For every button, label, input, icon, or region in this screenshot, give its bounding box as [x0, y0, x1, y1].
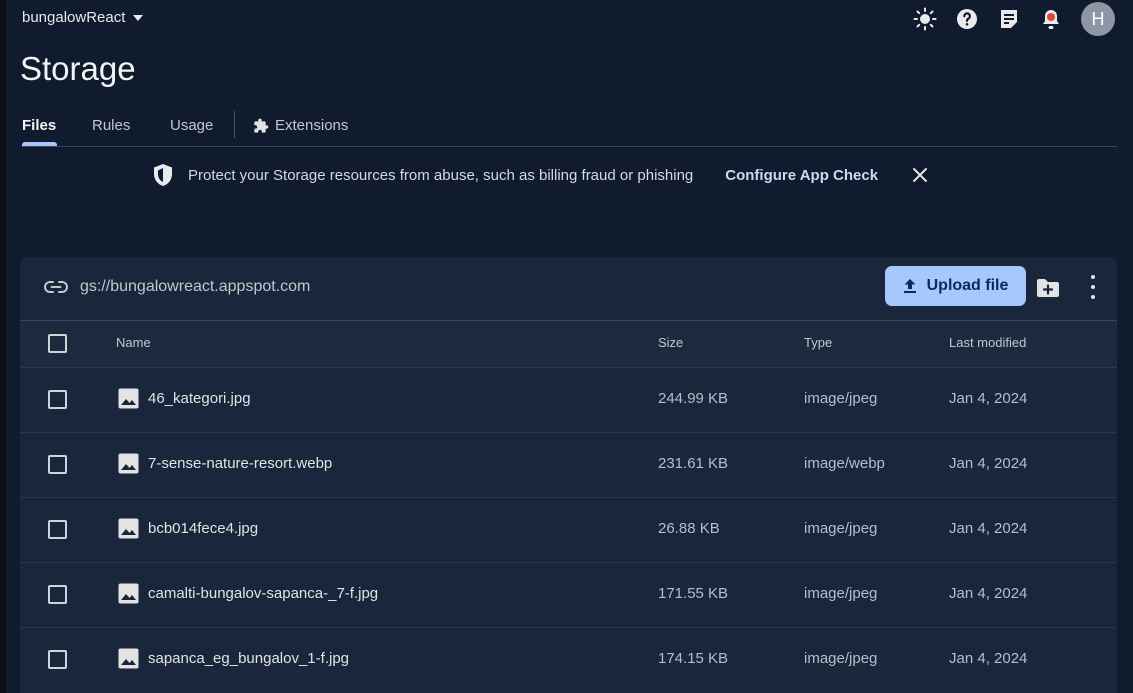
- file-name-cell[interactable]: sapanca_eg_bungalov_1-f.jpg: [118, 648, 349, 669]
- top-actions: H: [913, 2, 1115, 36]
- column-name[interactable]: Name: [116, 335, 151, 350]
- brightness-icon[interactable]: [913, 7, 937, 31]
- file-type: image/jpeg: [804, 650, 878, 667]
- link-icon[interactable]: [44, 280, 68, 294]
- row-checkbox[interactable]: [48, 390, 67, 409]
- active-tab-indicator: [22, 142, 57, 146]
- file-modified: Jan 4, 2024: [949, 650, 1028, 667]
- more-vert-icon[interactable]: [1086, 275, 1100, 299]
- tab-files[interactable]: Files: [22, 117, 56, 134]
- notes-icon[interactable]: [997, 7, 1021, 31]
- notification-icon[interactable]: [1039, 7, 1063, 31]
- window-edge: [0, 0, 6, 693]
- select-all-checkbox[interactable]: [48, 334, 67, 353]
- upload-file-label: Upload file: [926, 277, 1009, 294]
- table-row[interactable]: camalti-bungalov-sapanca-_7-f.jpg 171.55…: [20, 562, 1117, 627]
- tab-rules-label: Rules: [92, 117, 131, 134]
- tab-extensions-label: Extensions: [275, 117, 349, 134]
- top-bar: bungalowReact H: [22, 0, 1133, 38]
- image-file-icon: [118, 648, 139, 669]
- file-modified: Jan 4, 2024: [949, 585, 1028, 602]
- image-file-icon: [118, 583, 139, 604]
- configure-app-check-link[interactable]: Configure App Check: [725, 167, 878, 184]
- file-size: 231.61 KB: [658, 455, 729, 472]
- column-last-modified[interactable]: Last modified: [949, 335, 1026, 350]
- tab-rules[interactable]: Rules: [92, 117, 130, 134]
- file-type: image/jpeg: [804, 585, 878, 602]
- upload-icon: [903, 279, 916, 293]
- file-type: image/jpeg: [804, 390, 878, 407]
- image-file-icon: [118, 453, 139, 474]
- image-file-icon: [118, 388, 139, 409]
- file-modified: Jan 4, 2024: [949, 390, 1028, 407]
- project-name: bungalowReact: [22, 9, 126, 26]
- upload-file-button[interactable]: Upload file: [885, 266, 1026, 306]
- table-row[interactable]: 46_kategori.jpg 244.99 KB image/jpeg Jan…: [20, 367, 1117, 432]
- file-type: image/jpeg: [804, 520, 878, 537]
- file-size: 174.15 KB: [658, 650, 729, 667]
- files-panel: gs://bungalowreact.appspot.com Upload fi…: [20, 257, 1117, 693]
- file-name: 46_kategori.jpg: [148, 390, 251, 407]
- file-size: 244.99 KB: [658, 390, 729, 407]
- file-name-cell[interactable]: bcb014fece4.jpg: [118, 518, 258, 539]
- tab-bar: Files Rules Usage Extensions: [22, 108, 1117, 147]
- bucket-path-text: gs://bungalowreact.appspot.com: [80, 278, 311, 295]
- banner-text: Protect your Storage resources from abus…: [188, 166, 694, 184]
- file-size: 26.88 KB: [658, 520, 720, 537]
- row-checkbox[interactable]: [48, 585, 67, 604]
- avatar[interactable]: H: [1081, 2, 1115, 36]
- row-checkbox[interactable]: [48, 455, 67, 474]
- row-checkbox[interactable]: [48, 520, 67, 539]
- avatar-letter: H: [1091, 8, 1105, 29]
- file-modified: Jan 4, 2024: [949, 520, 1028, 537]
- file-modified: Jan 4, 2024: [949, 455, 1028, 472]
- file-name: sapanca_eg_bungalov_1-f.jpg: [148, 650, 349, 667]
- image-file-icon: [118, 518, 139, 539]
- new-folder-icon[interactable]: [1035, 277, 1061, 299]
- column-type[interactable]: Type: [804, 335, 832, 350]
- file-name: bcb014fece4.jpg: [148, 520, 259, 537]
- page-title: Storage: [20, 50, 136, 87]
- tab-divider: [234, 111, 235, 138]
- table-row[interactable]: 7-sense-nature-resort.webp 231.61 KB ima…: [20, 432, 1117, 497]
- table-row[interactable]: sapanca_eg_bungalov_1-f.jpg 174.15 KB im…: [20, 627, 1117, 692]
- project-selector[interactable]: bungalowReact: [22, 9, 144, 26]
- close-icon[interactable]: [910, 165, 930, 185]
- table-row[interactable]: bcb014fece4.jpg 26.88 KB image/jpeg Jan …: [20, 497, 1117, 562]
- file-name-cell[interactable]: 46_kategori.jpg: [118, 388, 251, 409]
- panel-toolbar: gs://bungalowreact.appspot.com Upload fi…: [20, 257, 1117, 321]
- help-icon[interactable]: [955, 7, 979, 31]
- extensions-icon: [254, 118, 269, 133]
- row-checkbox[interactable]: [48, 650, 67, 669]
- file-name: camalti-bungalov-sapanca-_7-f.jpg: [148, 585, 379, 602]
- file-name-cell[interactable]: camalti-bungalov-sapanca-_7-f.jpg: [118, 583, 378, 604]
- file-name: 7-sense-nature-resort.webp: [148, 455, 333, 472]
- table-header: Name Size Type Last modified: [20, 321, 1117, 367]
- tab-usage-label: Usage: [170, 117, 214, 134]
- tab-extensions[interactable]: Extensions: [253, 117, 348, 134]
- shield-icon: [154, 164, 172, 186]
- tab-usage[interactable]: Usage: [170, 117, 213, 134]
- column-size[interactable]: Size: [658, 335, 683, 350]
- file-size: 171.55 KB: [658, 585, 729, 602]
- tab-files-label: Files: [22, 117, 57, 134]
- app-check-banner: Protect your Storage resources from abus…: [152, 160, 930, 190]
- file-type: image/webp: [804, 455, 885, 472]
- caret-down-icon: [133, 14, 144, 21]
- bucket-path: gs://bungalowreact.appspot.com: [44, 278, 310, 296]
- file-name-cell[interactable]: 7-sense-nature-resort.webp: [118, 453, 332, 474]
